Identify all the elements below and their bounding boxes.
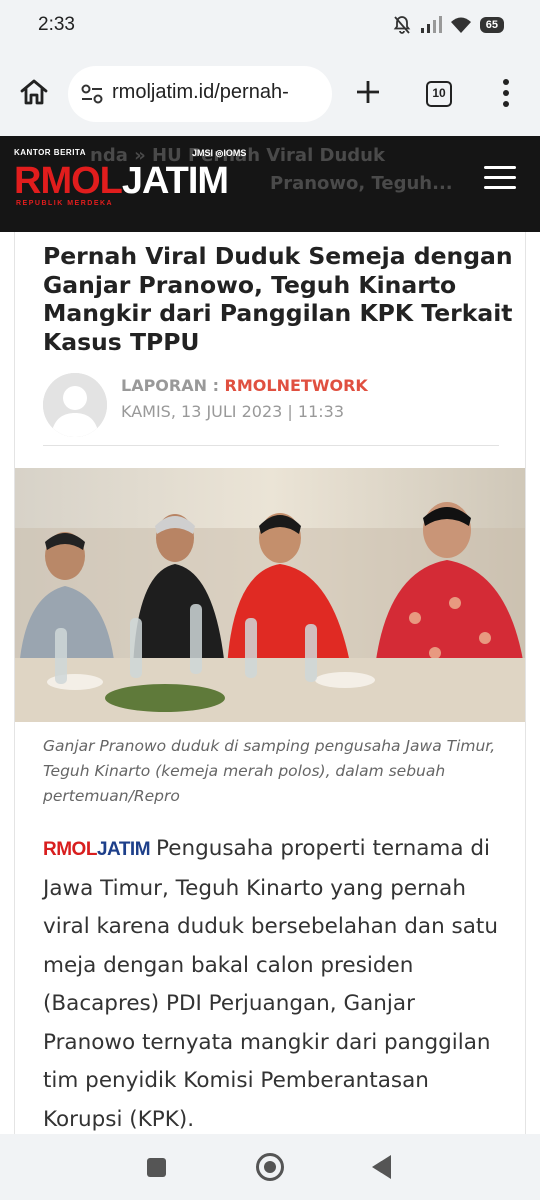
divider (43, 445, 499, 446)
inline-logo-rmol: RMOL (43, 839, 97, 860)
status-bar: 2:33 65 (0, 0, 540, 52)
photo-caption: Ganjar Pranowo duduk di samping pengusah… (43, 737, 496, 805)
article-title: Pernah Viral Duduk Semeja dengan Ganjar … (43, 242, 513, 356)
article-photo (15, 468, 525, 722)
logo-wordmark: RMOLJATIM (14, 160, 229, 202)
byline: LAPORAN : RMOLNETWORK (121, 376, 368, 395)
battery-icon: 65 (479, 17, 504, 33)
logo-tagline-top: KANTOR BERITA (14, 148, 86, 157)
status-time: 2:33 (38, 14, 75, 35)
byline-label: LAPORAN : (121, 376, 225, 395)
system-nav-bar (0, 1134, 540, 1200)
hamburger-menu-icon[interactable] (484, 166, 516, 190)
article-body-text: Pengusaha properti ternama di Jawa Timur… (43, 836, 498, 1132)
back-icon[interactable] (372, 1155, 391, 1179)
logo-partner: JMSI ◎IOMS (192, 148, 247, 158)
logo-rmol: RMOL (14, 160, 123, 202)
more-menu-icon[interactable] (502, 78, 510, 108)
wifi-icon (450, 17, 471, 33)
browser-toolbar: rmoljatim.id/pernah- 10 (0, 52, 540, 136)
logo-jatim: JATIM (121, 160, 229, 202)
article-date: KAMIS, 13 JULI 2023 | 11:33 (121, 402, 344, 421)
author-link[interactable]: RMOLNETWORK (225, 376, 368, 395)
user-silhouette-icon (43, 373, 107, 437)
article-body: RMOLJATIM Pengusaha properti ternama di J… (43, 830, 513, 1134)
logo-tagline-bottom: REPUBLIK MERDEKA (16, 200, 114, 207)
inline-logo-jatim: JATIM (96, 839, 151, 860)
status-icons: 65 (392, 15, 504, 35)
url-text[interactable]: rmoljatim.id/pernah- (112, 81, 324, 104)
avatar (43, 373, 107, 437)
home-icon[interactable] (18, 76, 50, 108)
home-circle-icon[interactable] (256, 1153, 284, 1181)
site-logo[interactable]: KANTOR BERITA JMSI ◎IOMS RMOLJATIM REPUB… (14, 148, 246, 207)
bell-off-icon (393, 16, 411, 34)
site-settings-icon[interactable] (80, 83, 104, 105)
address-bar[interactable]: rmoljatim.id/pernah- (68, 66, 332, 122)
site-header: nda » HU Pernah Viral Duduk Pranowo, Teg… (0, 136, 540, 232)
article: Pernah Viral Duduk Semeja dengan Ganjar … (14, 232, 526, 1134)
tabs-icon[interactable]: 10 (426, 81, 452, 107)
signal-icon (420, 16, 442, 33)
inline-logo: RMOLJATIM (43, 839, 151, 860)
recents-icon[interactable] (147, 1158, 166, 1177)
new-tab-icon[interactable] (354, 78, 382, 106)
